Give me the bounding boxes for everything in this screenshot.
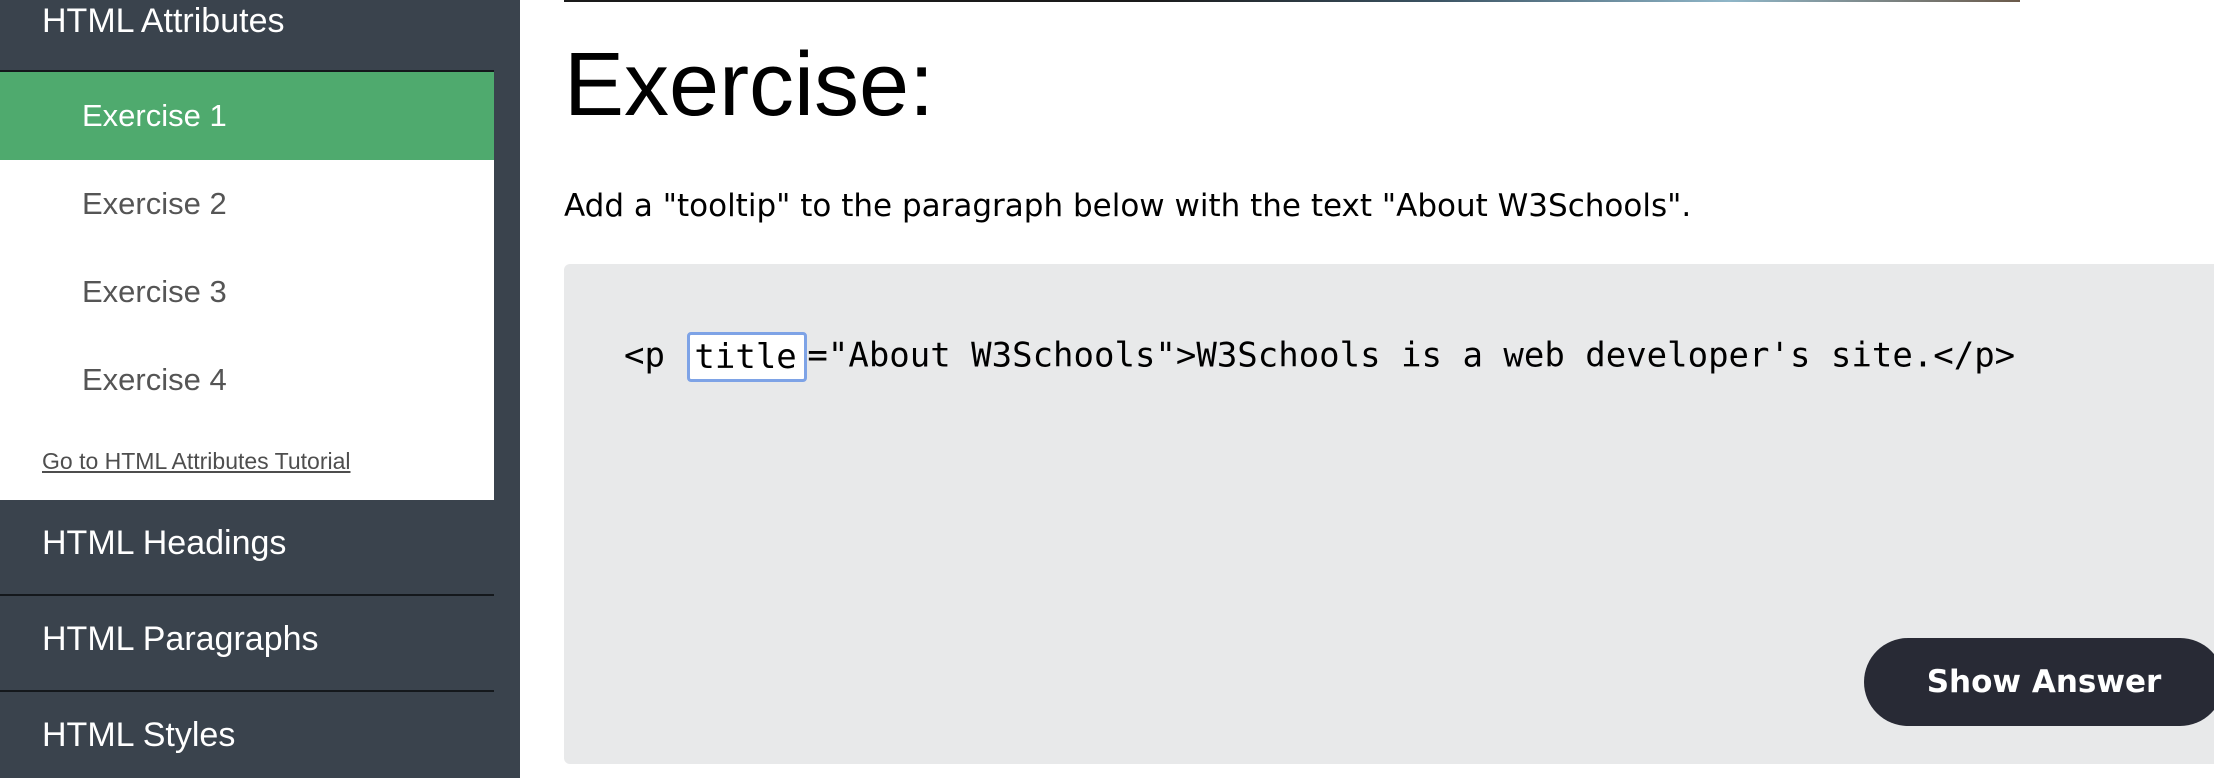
sidebar-scroll-edge	[494, 0, 520, 778]
answer-input[interactable]: title	[687, 332, 808, 382]
page-title: Exercise:	[564, 35, 935, 135]
code-suffix: ="About W3Schools">W3Schools is a web de…	[807, 335, 2016, 376]
sidebar-section-title: HTML Attributes	[42, 2, 285, 40]
sidebar-item-label: HTML Paragraphs	[42, 620, 319, 658]
sidebar-item-html-styles[interactable]: HTML Styles	[0, 692, 494, 778]
sidebar-item-label: HTML Headings	[42, 524, 287, 562]
sidebar-item-html-paragraphs[interactable]: HTML Paragraphs	[0, 596, 494, 690]
exercise-label: Exercise 1	[82, 98, 227, 133]
banner-image-edge	[564, 0, 2020, 2]
show-answer-button[interactable]: Show Answer	[1864, 638, 2214, 726]
sidebar-item-label: HTML Styles	[42, 716, 236, 754]
exercise-label: Exercise 3	[82, 274, 227, 309]
code-prefix: <p	[624, 335, 686, 376]
code-line: <p title ="About W3Schools">W3Schools is …	[624, 332, 2015, 382]
sidebar-item-exercise-1[interactable]: Exercise 1	[0, 72, 494, 160]
sidebar-section-html-attributes[interactable]: HTML Attributes	[0, 0, 494, 70]
sidebar-item-exercise-2[interactable]: Exercise 2	[0, 160, 494, 248]
sidebar-item-exercise-4[interactable]: Exercise 4	[0, 336, 494, 424]
main-content: Exercise: Add a "tooltip" to the paragra…	[520, 0, 2214, 778]
exercise-instruction: Add a "tooltip" to the paragraph below w…	[564, 188, 1692, 224]
sidebar: HTML Attributes Exercise 1 Exercise 2 Ex…	[0, 0, 520, 778]
sidebar-item-html-headings[interactable]: HTML Headings	[0, 500, 494, 594]
exercise-label: Exercise 2	[82, 186, 227, 221]
exercise-label: Exercise 4	[82, 362, 227, 397]
sidebar-item-exercise-3[interactable]: Exercise 3	[0, 248, 494, 336]
exercise-code-box: <p title ="About W3Schools">W3Schools is …	[564, 264, 2214, 764]
tutorial-link[interactable]: Go to HTML Attributes Tutorial	[42, 448, 351, 475]
